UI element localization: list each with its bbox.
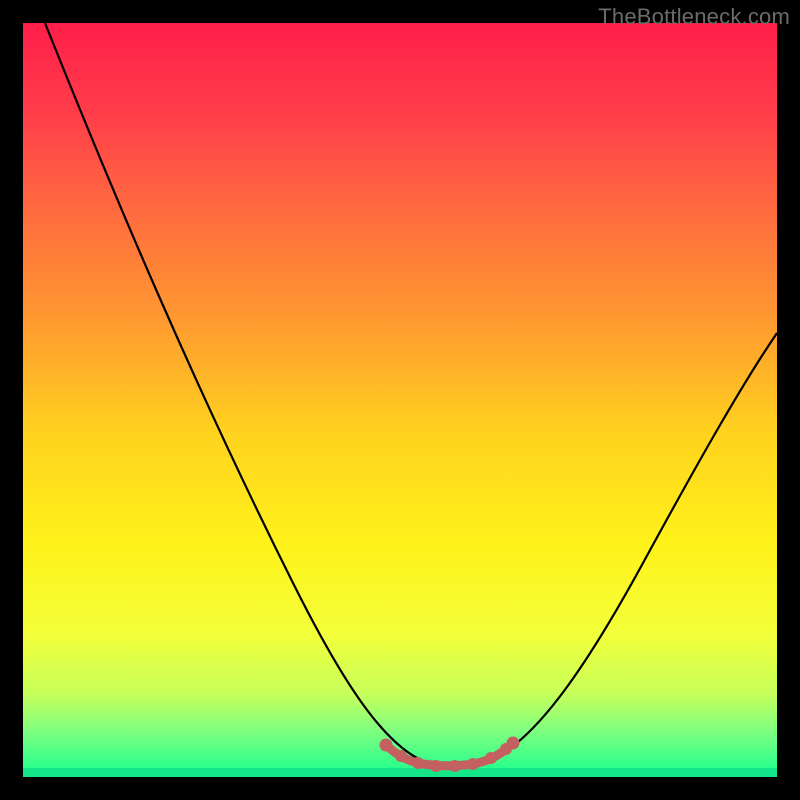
optimal-dot bbox=[485, 752, 497, 764]
optimal-dot bbox=[467, 758, 479, 770]
optimal-dot bbox=[395, 750, 407, 762]
optimal-dot bbox=[380, 739, 393, 752]
optimal-dot bbox=[449, 760, 461, 772]
optimal-dot bbox=[507, 737, 520, 750]
bottleneck-chart bbox=[23, 23, 777, 777]
watermark-text: TheBottleneck.com bbox=[598, 4, 790, 30]
optimal-dot bbox=[430, 760, 442, 772]
bottom-band bbox=[23, 768, 777, 777]
optimal-dot bbox=[412, 757, 424, 769]
chart-stage: TheBottleneck.com bbox=[0, 0, 800, 800]
gradient-background bbox=[23, 23, 777, 768]
